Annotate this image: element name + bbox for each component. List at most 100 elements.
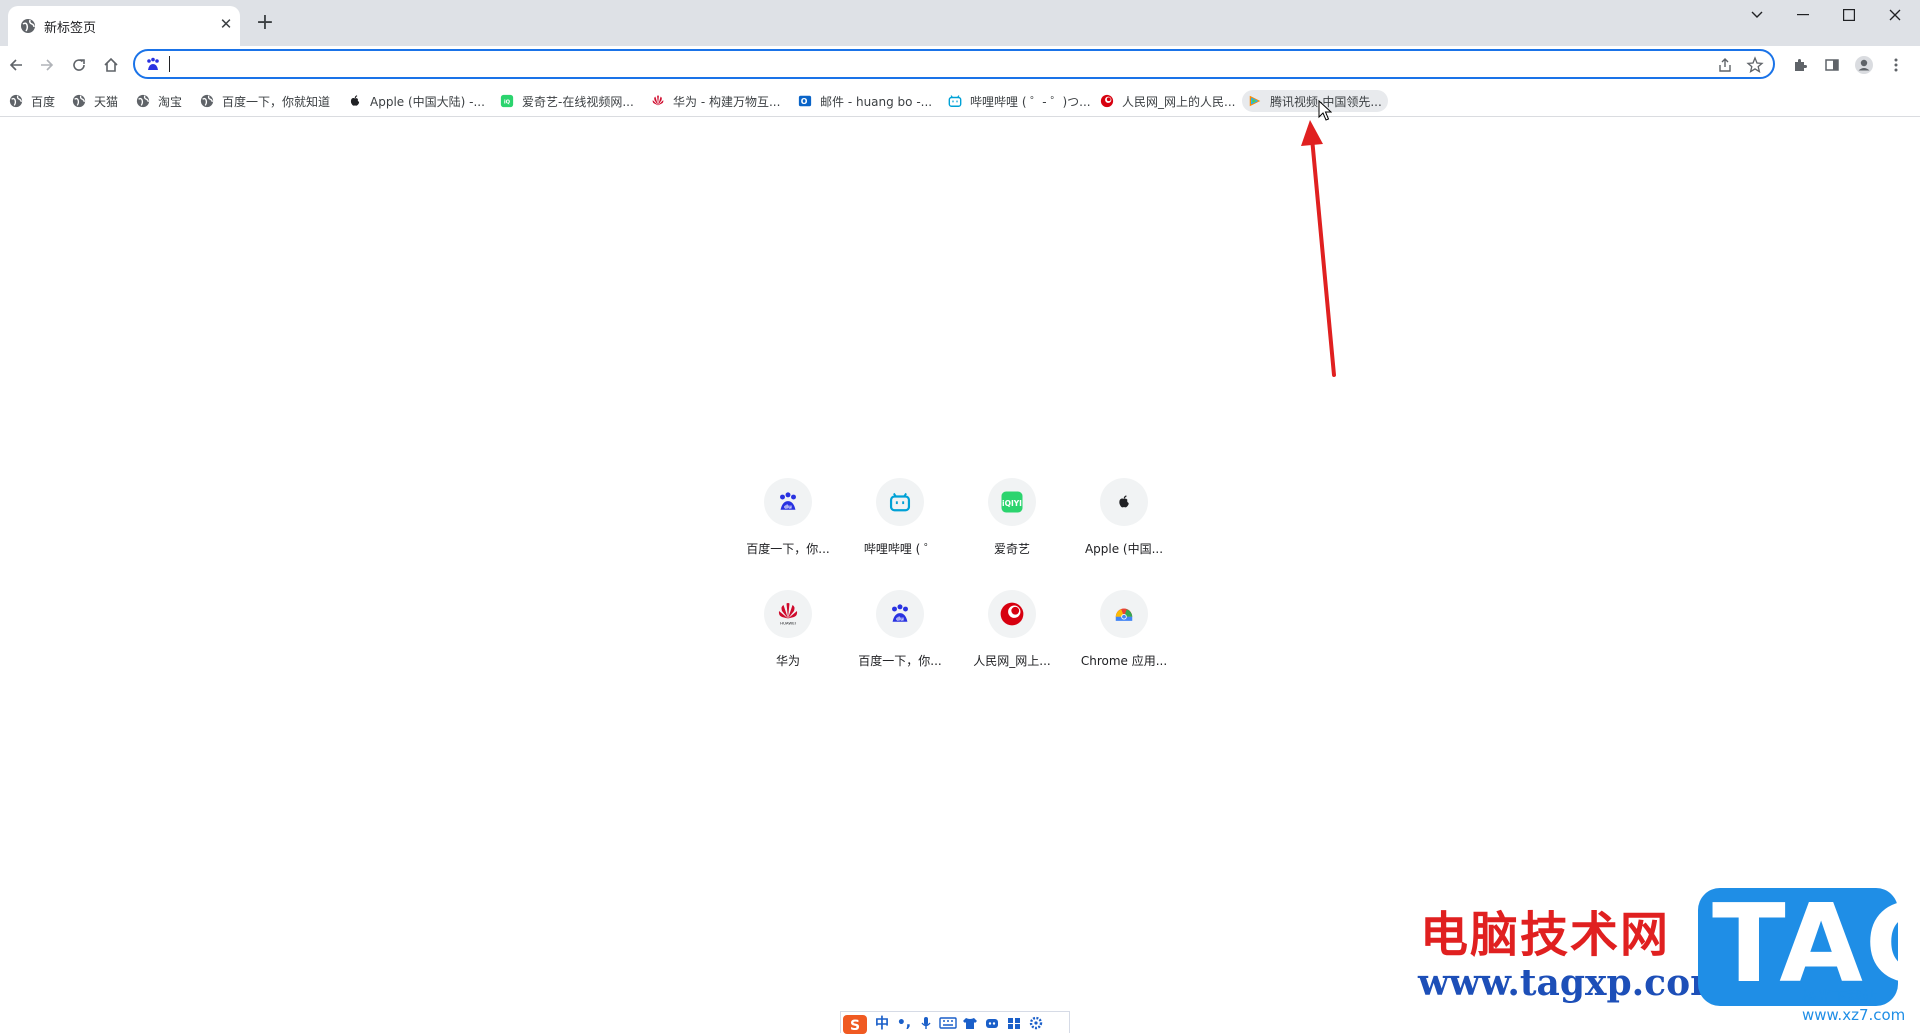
svg-text:S: S: [850, 1018, 860, 1034]
home-button[interactable]: [98, 52, 124, 78]
address-bar[interactable]: [133, 49, 1775, 79]
people-icon: [1000, 602, 1024, 626]
baidu-search-icon: [147, 57, 159, 70]
bilibili-icon: [889, 492, 911, 512]
side-panel-icon: [1825, 59, 1839, 71]
baidu-icon: du: [780, 492, 796, 511]
bookmark-item[interactable]: 百度: [3, 90, 61, 112]
svg-text:HUAWEI: HUAWEI: [780, 621, 796, 626]
svg-text:iQ: iQ: [504, 100, 511, 106]
bookmark-item[interactable]: 哔哩哔哩 ( ゜- ゜)つ...: [942, 90, 1097, 112]
shortcut-icon-bg: du: [764, 478, 812, 526]
share-icon[interactable]: [1716, 56, 1734, 74]
outlook-icon: O: [798, 95, 812, 107]
side-panel-button[interactable]: [1819, 52, 1845, 78]
ime-mode[interactable]: 中: [871, 1013, 893, 1033]
bookmark-label: 天猫: [94, 94, 119, 109]
watermark-url: www.tagxp.com: [1418, 962, 1729, 1004]
assistant-icon[interactable]: [981, 1016, 1003, 1030]
bookmark-star-icon[interactable]: [1746, 56, 1764, 74]
shortcut-icon-bg: du: [876, 590, 924, 638]
forward-button[interactable]: [34, 52, 60, 78]
svg-text:du: du: [784, 505, 792, 511]
svg-text:iQIYI: iQIYI: [1002, 499, 1022, 508]
svg-text:O: O: [801, 97, 808, 106]
bookmark-item[interactable]: 百度一下，你就知道: [194, 90, 336, 112]
shortcut-tile[interactable]: HUAWEI 华为: [732, 590, 844, 702]
forward-arrow-icon: [41, 59, 54, 71]
minimize-button[interactable]: [1780, 0, 1826, 30]
iqiyi-icon: iQIYI: [1001, 491, 1023, 513]
tencent-video-icon: [1249, 95, 1261, 107]
bookmark-label: 华为 - 构建万物互...: [673, 94, 781, 109]
shortcut-tile[interactable]: 人民网_网上...: [956, 590, 1068, 702]
bookmark-label: 淘宝: [158, 94, 183, 109]
address-input[interactable]: [169, 54, 1673, 76]
bookmark-label: Apple (中国大陆) -...: [370, 94, 485, 109]
tab-strip: 新标签页 ✕ +: [0, 0, 1920, 46]
shortcut-tile[interactable]: Apple (中国...: [1068, 478, 1180, 590]
reload-button[interactable]: [66, 52, 92, 78]
chrome-web-store-icon: [1115, 608, 1133, 621]
shortcut-tile[interactable]: Chrome 应用...: [1068, 590, 1180, 702]
shortcut-label: 人民网_网上...: [973, 654, 1051, 668]
shortcut-tile[interactable]: du 百度一下，你...: [732, 478, 844, 590]
shortcut-label: 百度一下，你...: [746, 542, 830, 556]
globe-icon: [200, 94, 214, 108]
people-icon: [1100, 94, 1114, 108]
globe-icon: [72, 94, 86, 108]
bookmark-item[interactable]: O 邮件 - huang bo -...: [792, 90, 938, 112]
shortcut-icon-bg: [1100, 590, 1148, 638]
extensions-button[interactable]: [1787, 52, 1813, 78]
globe-icon: [136, 94, 150, 108]
shortcut-tile[interactable]: iQIYI 爱奇艺: [956, 478, 1068, 590]
tab-close-icon[interactable]: ✕: [216, 14, 236, 34]
tab-new-tab[interactable]: 新标签页 ✕: [8, 6, 240, 46]
bookmark-item[interactable]: iQ 爱奇艺-在线视频网...: [494, 90, 640, 112]
bookmark-label: 哔哩哔哩 ( ゜- ゜)つ...: [970, 94, 1091, 109]
sogou-logo-icon: S: [843, 1014, 867, 1034]
shortcut-label: 哔哩哔哩 ( ゜: [863, 542, 937, 556]
shortcut-label: Chrome 应用...: [1080, 654, 1168, 668]
new-tab-button[interactable]: +: [254, 12, 276, 35]
microphone-icon[interactable]: [915, 1016, 937, 1030]
bookmark-item[interactable]: 人民网_网上的人民...: [1094, 90, 1241, 112]
bookmark-label: 百度: [31, 94, 56, 109]
reload-icon: [73, 59, 85, 71]
back-button[interactable]: [3, 52, 29, 78]
bookmark-label: 百度一下，你就知道: [222, 94, 331, 109]
huawei-icon: [652, 95, 664, 106]
bookmark-item[interactable]: 天猫: [66, 90, 124, 112]
shortcut-icon-bg: [876, 478, 924, 526]
menu-button[interactable]: [1883, 52, 1909, 78]
close-window-button[interactable]: [1872, 0, 1918, 30]
shortcut-tile[interactable]: du 百度一下，你...: [844, 590, 956, 702]
bookmark-item[interactable]: 腾讯视频-中国领先...: [1242, 90, 1388, 112]
watermark-sub-1: 极光下载站: [1802, 988, 1878, 1006]
huawei-icon: HUAWEI: [778, 603, 798, 626]
profile-button[interactable]: [1851, 52, 1877, 78]
ime-punct[interactable]: •,: [893, 1015, 915, 1031]
skin-shirt-icon[interactable]: [959, 1016, 981, 1030]
globe-icon: [21, 19, 35, 33]
settings-gear-icon[interactable]: [1025, 1016, 1047, 1030]
keyboard-icon[interactable]: [937, 1016, 959, 1030]
iqiyi-icon: iQ: [500, 94, 514, 108]
home-icon: [104, 57, 118, 72]
ime-toolbar[interactable]: S 中 •,: [840, 1011, 1070, 1034]
bookmark-label: 爱奇艺-在线视频网...: [522, 94, 634, 109]
bookmark-item[interactable]: Apple (中国大陆) -...: [342, 90, 491, 112]
bookmark-item[interactable]: 华为 - 构建万物互...: [645, 90, 786, 112]
shortcut-label: 华为: [775, 654, 800, 668]
shortcut-tile[interactable]: 哔哩哔哩 ( ゜: [844, 478, 956, 590]
kebab-menu-icon: [1894, 58, 1898, 72]
maximize-button[interactable]: [1826, 0, 1872, 30]
bookmark-item[interactable]: 淘宝: [130, 90, 188, 112]
avatar-icon: [1855, 56, 1873, 74]
tab-title: 新标签页: [44, 21, 97, 36]
apple-icon: [1119, 495, 1129, 508]
toolbox-grid-icon[interactable]: [1003, 1016, 1025, 1030]
watermark-sub-2: www.xz7.com: [1802, 1006, 1906, 1024]
tab-search-icon[interactable]: [1734, 0, 1780, 30]
mouse-cursor-icon: [1318, 100, 1332, 121]
